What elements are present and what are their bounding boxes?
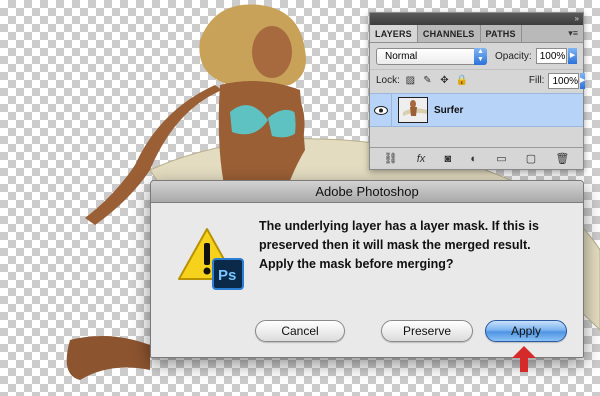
mask-icon[interactable]: ◙ <box>445 153 452 165</box>
dialog-title: Adobe Photoshop <box>151 181 583 203</box>
blend-mode-value: Normal <box>385 50 418 62</box>
collapse-icon[interactable]: » <box>575 15 579 23</box>
lock-icon[interactable]: 🔒 <box>456 75 468 86</box>
layer-thumbnail <box>398 97 428 123</box>
preserve-button[interactable]: Preserve <box>381 320 473 342</box>
lock-row: Lock: ▨ ✎ ✥ 🔒 Fill: 100% ▶ <box>370 69 586 91</box>
panel-menu-icon[interactable]: ▾≡ <box>568 28 578 39</box>
opacity-label: Opacity: <box>495 50 532 62</box>
new-layer-icon[interactable]: ▢ <box>526 152 536 165</box>
move-icon[interactable]: ✥ <box>439 75 450 86</box>
fill-dropdown-icon[interactable]: ▶ <box>580 72 586 89</box>
blend-row: Normal ▲ ▼ Opacity: 100% ▶ <box>370 43 583 69</box>
layer-row-surfer[interactable]: Surfer <box>370 93 583 127</box>
lock-label: Lock: <box>376 75 400 86</box>
brush-icon[interactable]: ✎ <box>422 75 433 86</box>
svg-text:Ps: Ps <box>218 267 236 284</box>
alert-dialog: Adobe Photoshop Ps The underlying layer … <box>150 180 584 358</box>
blend-mode-stepper-icon[interactable]: ▲ ▼ <box>474 47 488 65</box>
trash-icon[interactable]: 🗑 <box>555 152 569 165</box>
opacity-field[interactable]: 100% <box>535 48 568 64</box>
folder-icon[interactable]: ▭ <box>496 152 506 165</box>
fill-field[interactable]: 100% <box>548 72 580 89</box>
blend-mode-select[interactable]: Normal ▲ ▼ <box>376 47 488 65</box>
dialog-message: The underlying layer has a layer mask. I… <box>259 219 539 271</box>
panel-title-bar[interactable]: » <box>370 13 583 25</box>
lock-transparent-icon[interactable]: ▨ <box>405 75 416 86</box>
apply-button[interactable]: Apply <box>485 320 567 342</box>
fx-icon[interactable]: fx <box>417 153 426 165</box>
tab-channels[interactable]: CHANNELS <box>418 25 481 42</box>
panel-footer: ⛓ fx ◙ ◐ ▭ ▢ 🗑 <box>370 147 583 169</box>
layer-name: Surfer <box>434 104 464 116</box>
cancel-button[interactable]: Cancel <box>255 320 345 342</box>
link-icon[interactable]: ⛓ <box>384 152 398 165</box>
opacity-dropdown-icon[interactable]: ▶ <box>568 48 578 64</box>
layers-panel: » LAYERS CHANNELS PATHS ▾≡ Normal ▲ ▼ Opa… <box>369 12 586 170</box>
tab-paths[interactable]: PATHS <box>481 25 522 42</box>
tab-layers[interactable]: LAYERS <box>370 25 418 42</box>
adjustment-icon[interactable]: ◐ <box>470 153 477 165</box>
pointer-arrow-icon <box>512 346 536 372</box>
panel-tabs: LAYERS CHANNELS PATHS ▾≡ <box>370 25 583 43</box>
warning-icon: Ps <box>177 223 247 298</box>
fill-label: Fill: <box>528 75 545 86</box>
photoshop-icon: Ps <box>212 258 244 290</box>
eye-icon[interactable] <box>370 93 392 127</box>
